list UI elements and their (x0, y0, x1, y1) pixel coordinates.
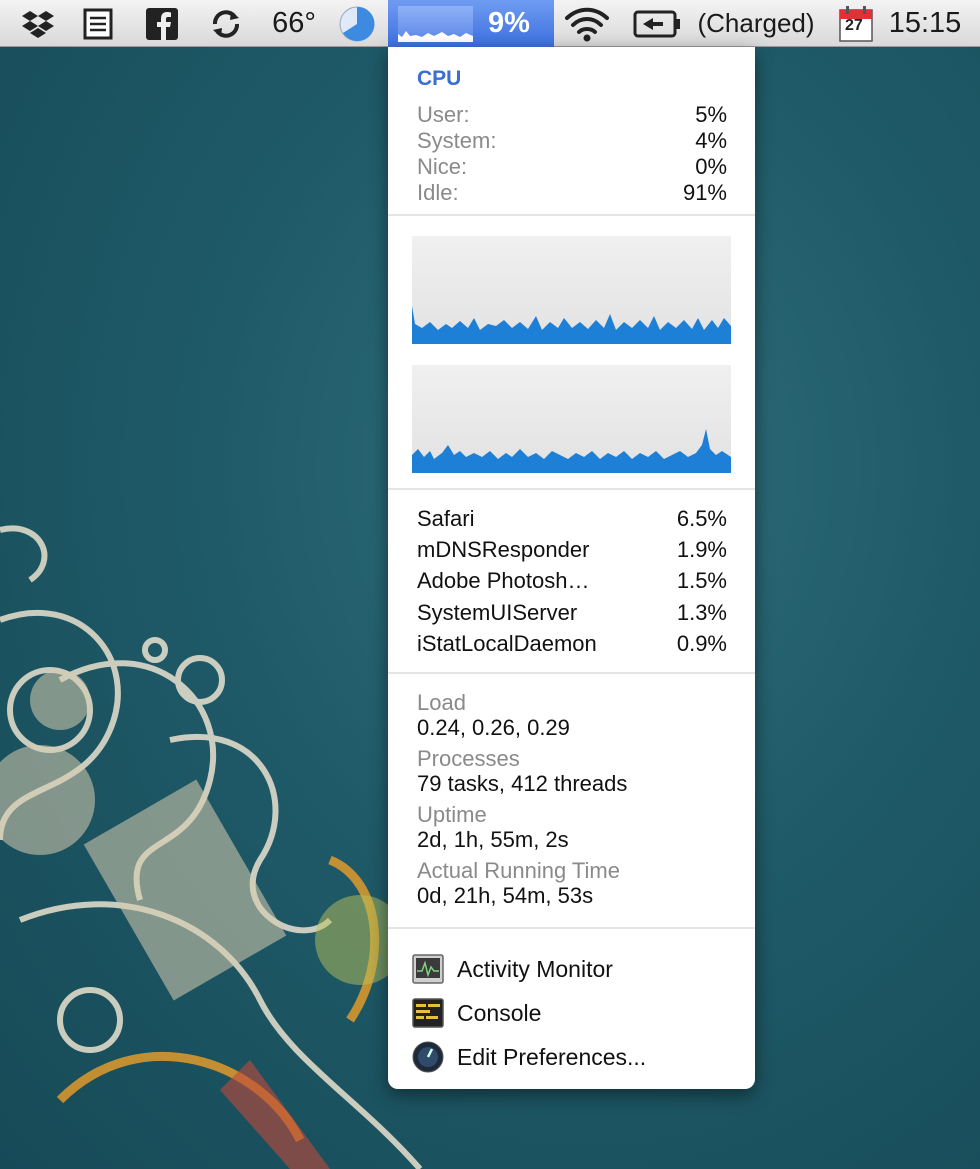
load-value: 0.24, 0.26, 0.29 (417, 715, 570, 740)
cpu-section-title: CPU (417, 67, 462, 90)
console-link[interactable]: Console (412, 993, 541, 1033)
processes-label: Processes (417, 746, 520, 771)
sync-icon[interactable] (205, 0, 247, 47)
temperature-label[interactable]: 66° (262, 0, 326, 47)
clock-label[interactable]: 15:15 (882, 0, 968, 47)
cpu-history-graph-1 (412, 236, 731, 344)
uptime-value: 2d, 1h, 55m, 2s (417, 827, 569, 852)
running-time-value: 0d, 21h, 54m, 53s (417, 883, 594, 908)
process-row[interactable]: Adobe Photosh… 1.5% (417, 565, 727, 596)
cpu-stat-nice: Nice: 0% (417, 154, 727, 179)
cpu-stat-system: System: 4% (417, 128, 727, 153)
process-row[interactable]: Safari 6.5% (417, 503, 727, 534)
cpu-history-graph-2 (412, 365, 731, 473)
menu-bar: 66° 9% (Charged) 27 15:15 (0, 0, 980, 47)
load-label: Load (417, 690, 466, 715)
console-icon (412, 997, 444, 1029)
preferences-icon (412, 1041, 444, 1073)
divider (388, 214, 755, 216)
cpu-stat-user: User: 5% (417, 102, 727, 127)
running-time-label: Actual Running Time (417, 858, 620, 883)
uptime-label: Uptime (417, 802, 487, 827)
edit-preferences-label: Edit Preferences... (457, 1043, 647, 1070)
process-row[interactable]: iStatLocalDaemon 0.9% (417, 628, 727, 659)
battery-icon[interactable] (632, 0, 682, 47)
divider (388, 672, 755, 674)
wifi-icon[interactable] (562, 0, 612, 47)
activity-monitor-label: Activity Monitor (457, 955, 613, 982)
console-label: Console (457, 999, 542, 1026)
cpu-menu-item[interactable]: 9% (388, 0, 554, 47)
cpu-stat-idle: Idle: 91% (417, 180, 727, 205)
edit-preferences-link[interactable]: Edit Preferences... (412, 1037, 646, 1077)
divider (388, 927, 755, 929)
notes-icon[interactable] (78, 0, 118, 47)
activity-monitor-link[interactable]: Activity Monitor (412, 949, 613, 989)
processes-value: 79 tasks, 412 threads (417, 771, 628, 796)
calendar-icon[interactable]: 27 (837, 0, 875, 47)
cpu-dropdown-panel: CPU User: 5% System: 4% Nice: 0% Idle: 9… (388, 47, 755, 1089)
divider (388, 488, 755, 490)
pie-clock-icon[interactable] (336, 0, 378, 47)
cpu-percent-label: 9% (488, 7, 530, 39)
process-row[interactable]: SystemUIServer 1.3% (417, 597, 727, 628)
dropbox-icon[interactable] (18, 0, 58, 47)
calendar-day-label: 27 (845, 17, 863, 34)
facebook-icon[interactable] (142, 0, 182, 47)
process-row[interactable]: mDNSResponder 1.9% (417, 534, 727, 565)
activity-monitor-icon (412, 953, 444, 985)
battery-status-label[interactable]: (Charged) (690, 0, 822, 47)
cpu-menu-graph (398, 6, 473, 42)
